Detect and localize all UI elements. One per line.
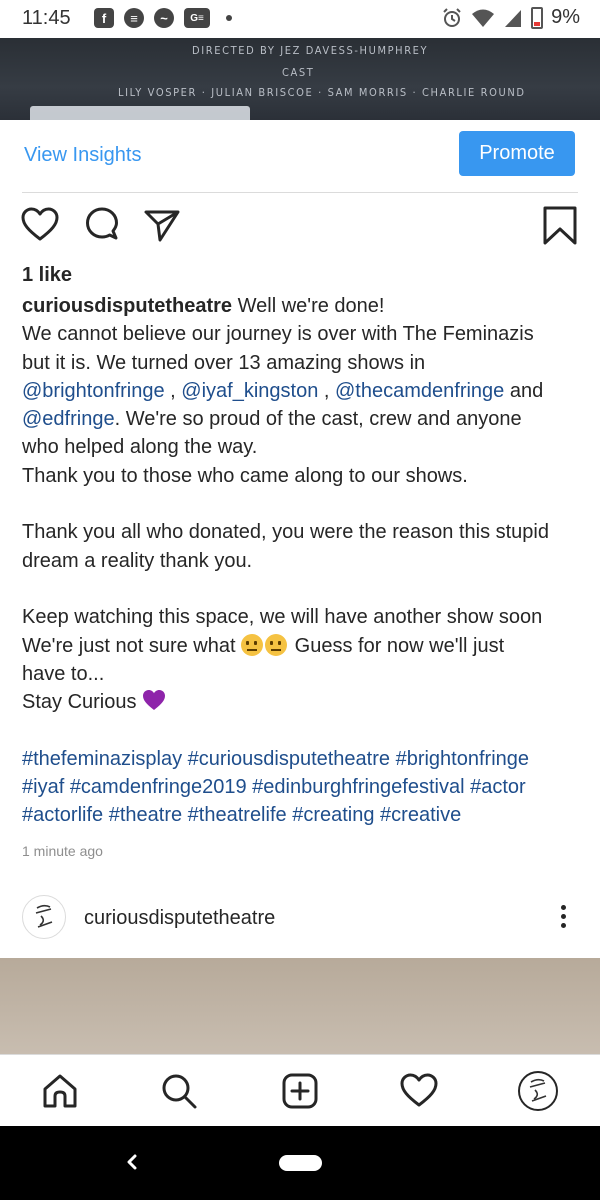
nav-new-post[interactable] — [278, 1069, 322, 1113]
caption-text: Thank you to those who came along to our… — [22, 464, 468, 487]
purple-heart-icon — [143, 690, 166, 711]
caption-text: Thank you all who donated, you were the … — [22, 521, 549, 544]
system-icons: 9% — [441, 6, 580, 29]
hashtag-link[interactable]: #actorlife — [22, 804, 103, 826]
thinking-emoji-icon — [241, 633, 264, 656]
caption-text: and — [504, 379, 544, 402]
messenger-icon: ~ — [154, 8, 174, 28]
bookmark-icon — [543, 206, 577, 245]
status-time: 11:45 — [22, 7, 71, 29]
hashtag-link[interactable]: #actor — [470, 776, 526, 798]
caption-text: who helped along the way. — [22, 436, 258, 459]
caption-text: , — [164, 379, 182, 402]
next-post-image[interactable] — [0, 958, 600, 1054]
hashtag-link[interactable]: #edinburghfringefestival — [252, 776, 464, 798]
more-notifications-icon — [226, 15, 232, 21]
status-bar: 11:45 f ≡ ~ G≡ 9% — [0, 0, 600, 38]
hashtag-link[interactable]: #iyaf — [22, 776, 64, 798]
poster-title-graphic — [30, 106, 250, 120]
alarm-icon — [443, 7, 461, 27]
hashtag-link[interactable]: #camdenfringe2019 — [70, 776, 247, 798]
caption-text: Guess for now we'll just — [289, 634, 505, 657]
mention-link[interactable]: @iyaf_kingston — [181, 380, 318, 402]
poster-cast-list: LILY VOSPER · JULIAN BRISCOE · SAM MORRI… — [118, 86, 526, 99]
hashtag-link[interactable]: #brightonfringe — [396, 748, 529, 770]
wifi-icon — [472, 9, 495, 27]
add-post-icon — [282, 1073, 318, 1109]
share-button[interactable] — [142, 205, 182, 250]
signal-icon — [505, 9, 522, 27]
avatar[interactable] — [22, 895, 66, 939]
save-button[interactable] — [542, 205, 578, 252]
caption-text: Keep watching this space, we will have a… — [22, 606, 543, 629]
caption-text: We're just not sure what — [22, 634, 236, 657]
battery-icon — [531, 6, 544, 29]
heart-icon — [21, 207, 59, 241]
comment-icon — [86, 207, 118, 240]
next-post-header: curiousdisputetheatre — [0, 893, 600, 945]
caption-text: have to... — [22, 662, 105, 685]
back-icon[interactable] — [120, 1150, 144, 1174]
caption-username[interactable]: curiousdisputetheatre — [22, 295, 232, 317]
post-caption: curiousdisputetheatre Well we're done! W… — [22, 292, 582, 830]
news-icon: G≡ — [184, 8, 210, 28]
nav-profile[interactable] — [516, 1069, 560, 1113]
poster-director: DIRECTED BY JEZ DAVESS-HUMPHREY — [192, 44, 429, 57]
thinking-emoji-icon — [265, 633, 288, 656]
profile-avatar-icon — [518, 1071, 558, 1111]
nav-activity[interactable] — [397, 1069, 441, 1113]
post-timestamp: 1 minute ago — [22, 843, 103, 859]
nav-home[interactable] — [38, 1069, 82, 1113]
post-image[interactable]: DIRECTED BY JEZ DAVESS-HUMPHREY CAST LIL… — [0, 38, 600, 120]
heart-icon — [400, 1073, 438, 1107]
system-nav-bar — [0, 1126, 600, 1200]
mention-link[interactable]: @edfringe — [22, 408, 115, 430]
home-pill-button[interactable] — [279, 1155, 322, 1171]
divider — [22, 192, 578, 193]
like-button[interactable] — [20, 205, 60, 250]
theatre-logo-icon — [35, 904, 53, 928]
next-post-username[interactable]: curiousdisputetheatre — [84, 907, 275, 930]
notification-icons: f ≡ ~ G≡ — [94, 8, 232, 28]
caption-text: . We're so proud of the cast, crew and a… — [114, 408, 522, 431]
caption-text: Well we're done! — [237, 295, 385, 317]
like-count[interactable]: 1 like — [22, 264, 72, 287]
post-actions — [0, 205, 600, 255]
bottom-nav — [0, 1054, 600, 1126]
mention-link[interactable]: @thecamdenfringe — [335, 380, 504, 402]
app-icon: ≡ — [124, 8, 144, 28]
hashtag-link[interactable]: #thefeminazisplay — [22, 748, 182, 770]
hashtag-link[interactable]: #creative — [380, 804, 461, 826]
hashtag-link[interactable]: #curiousdisputetheatre — [188, 748, 390, 770]
nav-search[interactable] — [157, 1069, 201, 1113]
home-icon — [43, 1074, 77, 1108]
caption-text: dream a reality thank you. — [22, 549, 253, 572]
promote-button[interactable]: Promote — [459, 131, 575, 176]
caption-text: Stay Curious — [22, 691, 137, 714]
hashtag-link[interactable]: #creating — [292, 804, 374, 826]
caption-text: but it is. We turned over 13 amazing sho… — [22, 351, 426, 374]
view-insights-link[interactable]: View Insights — [24, 144, 141, 167]
hashtag-link[interactable]: #theatre — [109, 804, 182, 826]
poster-cast-heading: CAST — [282, 66, 315, 79]
battery-percent: 9% — [551, 6, 580, 28]
caption-text: We cannot believe our journey is over wi… — [22, 323, 534, 346]
mention-link[interactable]: @brightonfringe — [22, 380, 165, 402]
send-icon — [144, 210, 180, 242]
hashtag-link[interactable]: #theatrelife — [188, 804, 287, 826]
facebook-icon: f — [94, 8, 114, 28]
search-icon — [162, 1074, 197, 1109]
caption-text: , — [318, 379, 335, 402]
more-options-icon[interactable] — [556, 905, 570, 931]
comment-button[interactable] — [82, 205, 122, 250]
